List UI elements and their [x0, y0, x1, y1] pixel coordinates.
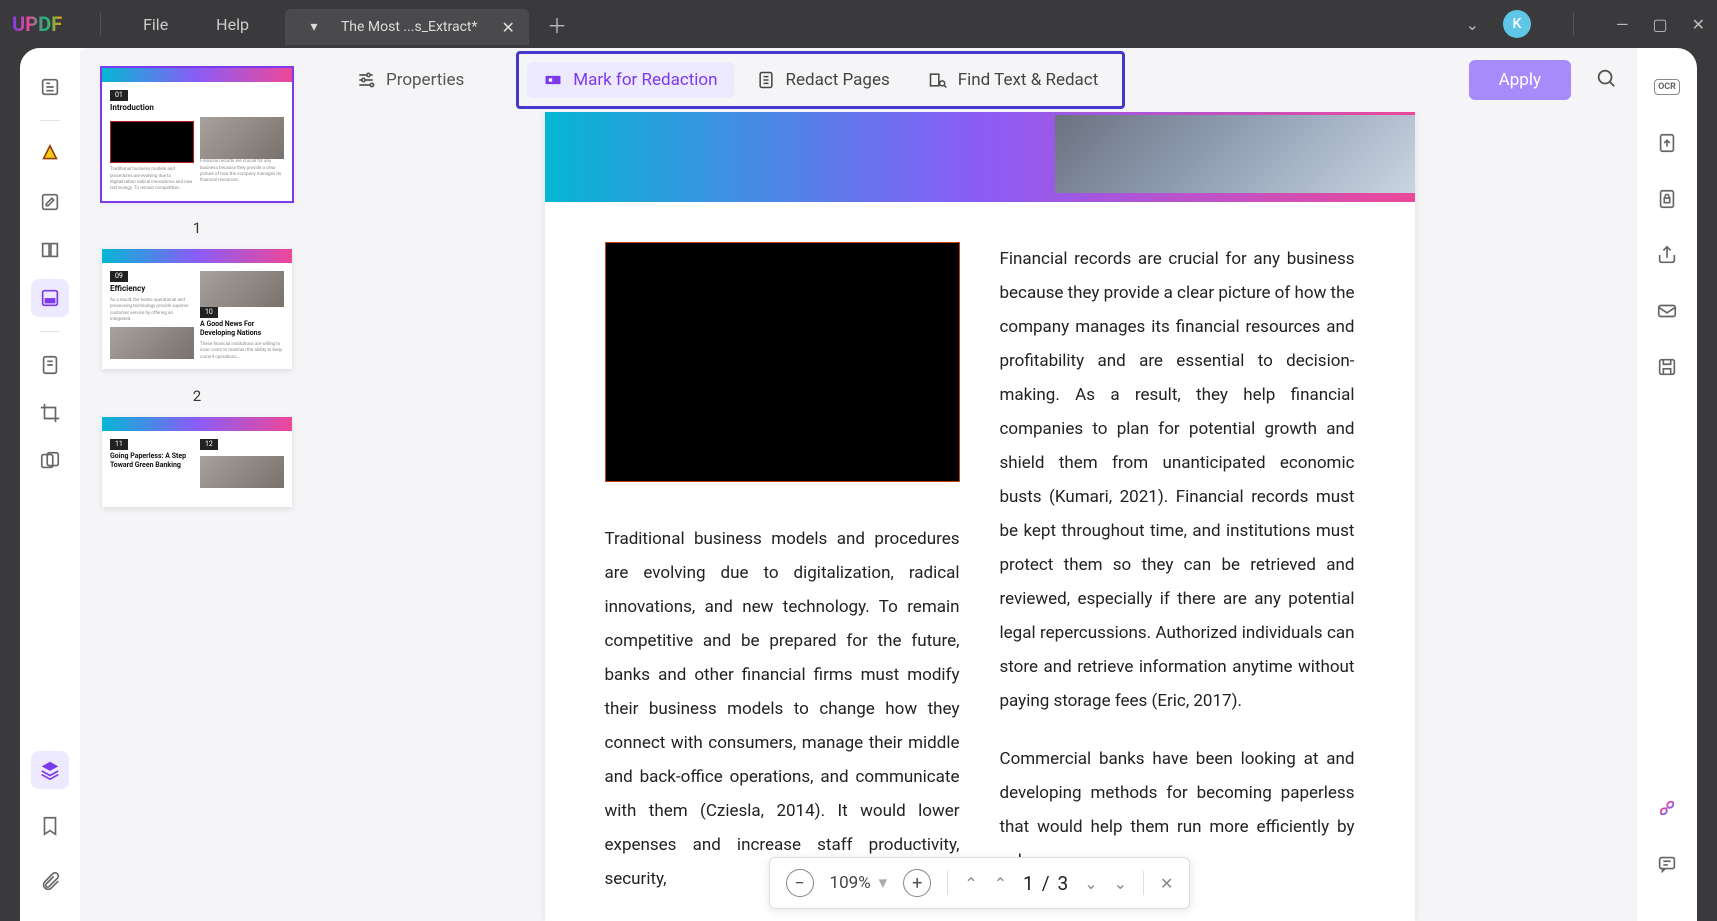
forms-tool-icon[interactable]: [31, 346, 69, 384]
body-text-right: Financial records are crucial for any bu…: [1000, 242, 1355, 718]
redact-tool-icon[interactable]: [31, 279, 69, 317]
protect-icon[interactable]: [1648, 180, 1686, 218]
search-icon[interactable]: [1595, 67, 1617, 93]
search-text-icon: [928, 70, 948, 90]
next-page-icon[interactable]: ⌄: [1084, 874, 1097, 893]
compare-tool-icon[interactable]: [31, 442, 69, 480]
sliders-icon: [356, 70, 376, 90]
save-icon[interactable]: [1648, 348, 1686, 386]
redaction-toolbar: Properties Mark for Redaction Redact Pag…: [322, 48, 1637, 112]
ai-assistant-icon[interactable]: [1648, 789, 1686, 827]
last-page-icon[interactable]: ⌄: [1114, 874, 1127, 893]
comment-panel-icon[interactable]: [1648, 845, 1686, 883]
divider: [1573, 12, 1574, 36]
page-number-label: 2: [193, 387, 201, 405]
redact-pages-button[interactable]: Redact Pages: [740, 62, 906, 98]
page-indicator[interactable]: 1/3: [1023, 872, 1068, 895]
share-icon[interactable]: [1648, 236, 1686, 274]
user-avatar[interactable]: K: [1503, 10, 1531, 38]
document-tab[interactable]: ▾ The Most ...s_Extract* ✕: [285, 9, 529, 45]
ocr-icon[interactable]: OCR: [1648, 68, 1686, 106]
chevron-down-icon[interactable]: ⌄: [1466, 15, 1479, 34]
header-image: [1055, 115, 1415, 193]
comment-tool-icon[interactable]: [31, 135, 69, 173]
close-icon[interactable]: ✕: [502, 18, 515, 37]
reader-tool-icon[interactable]: [31, 68, 69, 106]
close-controls-icon[interactable]: ✕: [1160, 874, 1173, 893]
left-toolbar: [20, 48, 80, 921]
maximize-icon[interactable]: ▢: [1652, 15, 1667, 34]
document-page: Traditional business models and procedur…: [545, 112, 1415, 921]
document-viewport[interactable]: Traditional business models and procedur…: [322, 112, 1637, 921]
edit-tool-icon[interactable]: [31, 183, 69, 221]
layers-icon[interactable]: [31, 751, 69, 789]
email-icon[interactable]: [1648, 292, 1686, 330]
page-thumbnail-3[interactable]: 11 Going Paperless: A Step Toward Green …: [102, 417, 292, 507]
find-text-redact-button[interactable]: Find Text & Redact: [912, 62, 1115, 98]
crop-tool-icon[interactable]: [31, 394, 69, 432]
attachment-icon[interactable]: [31, 863, 69, 901]
page-controls: − 109% ▾ + ⌃ ⌃ 1/3 ⌄ ⌄ ✕: [769, 857, 1191, 909]
minimize-icon[interactable]: —: [1616, 15, 1629, 34]
apply-button[interactable]: Apply: [1469, 60, 1571, 100]
app-logo: UPDF: [12, 12, 62, 36]
convert-icon[interactable]: [1648, 124, 1686, 162]
page-thumbnail-2[interactable]: 09 Efficiency As a result, the banks ope…: [102, 249, 292, 369]
organize-tool-icon[interactable]: [31, 231, 69, 269]
zoom-in-button[interactable]: +: [903, 869, 931, 897]
zoom-level[interactable]: 109% ▾: [830, 873, 888, 893]
bookmark-icon[interactable]: [31, 807, 69, 845]
tab-title: The Most ...s_Extract*: [341, 19, 478, 35]
zoom-out-button[interactable]: −: [786, 869, 814, 897]
properties-button[interactable]: Properties: [342, 62, 478, 98]
body-text-left: Traditional business models and procedur…: [605, 522, 960, 896]
tab-dropdown-icon[interactable]: ▾: [299, 9, 329, 45]
mark-for-redaction-button[interactable]: Mark for Redaction: [527, 62, 733, 98]
add-tab-icon[interactable]: ＋: [547, 10, 567, 39]
divider: [100, 12, 101, 36]
close-window-icon[interactable]: ✕: [1692, 15, 1705, 34]
pages-icon: [756, 70, 776, 90]
redaction-mark[interactable]: [605, 242, 960, 482]
menu-file[interactable]: File: [119, 15, 192, 34]
right-toolbar: OCR: [1637, 48, 1697, 921]
thumbnail-panel: 01 Introduction Traditional business mod…: [72, 48, 322, 921]
prev-page-icon[interactable]: ⌃: [994, 874, 1007, 893]
page-number-label: 1: [193, 219, 201, 237]
menu-help[interactable]: Help: [192, 15, 273, 34]
first-page-icon[interactable]: ⌃: [964, 874, 977, 893]
redact-mark-icon: [543, 70, 563, 90]
page-thumbnail-1[interactable]: 01 Introduction Traditional business mod…: [102, 68, 292, 201]
